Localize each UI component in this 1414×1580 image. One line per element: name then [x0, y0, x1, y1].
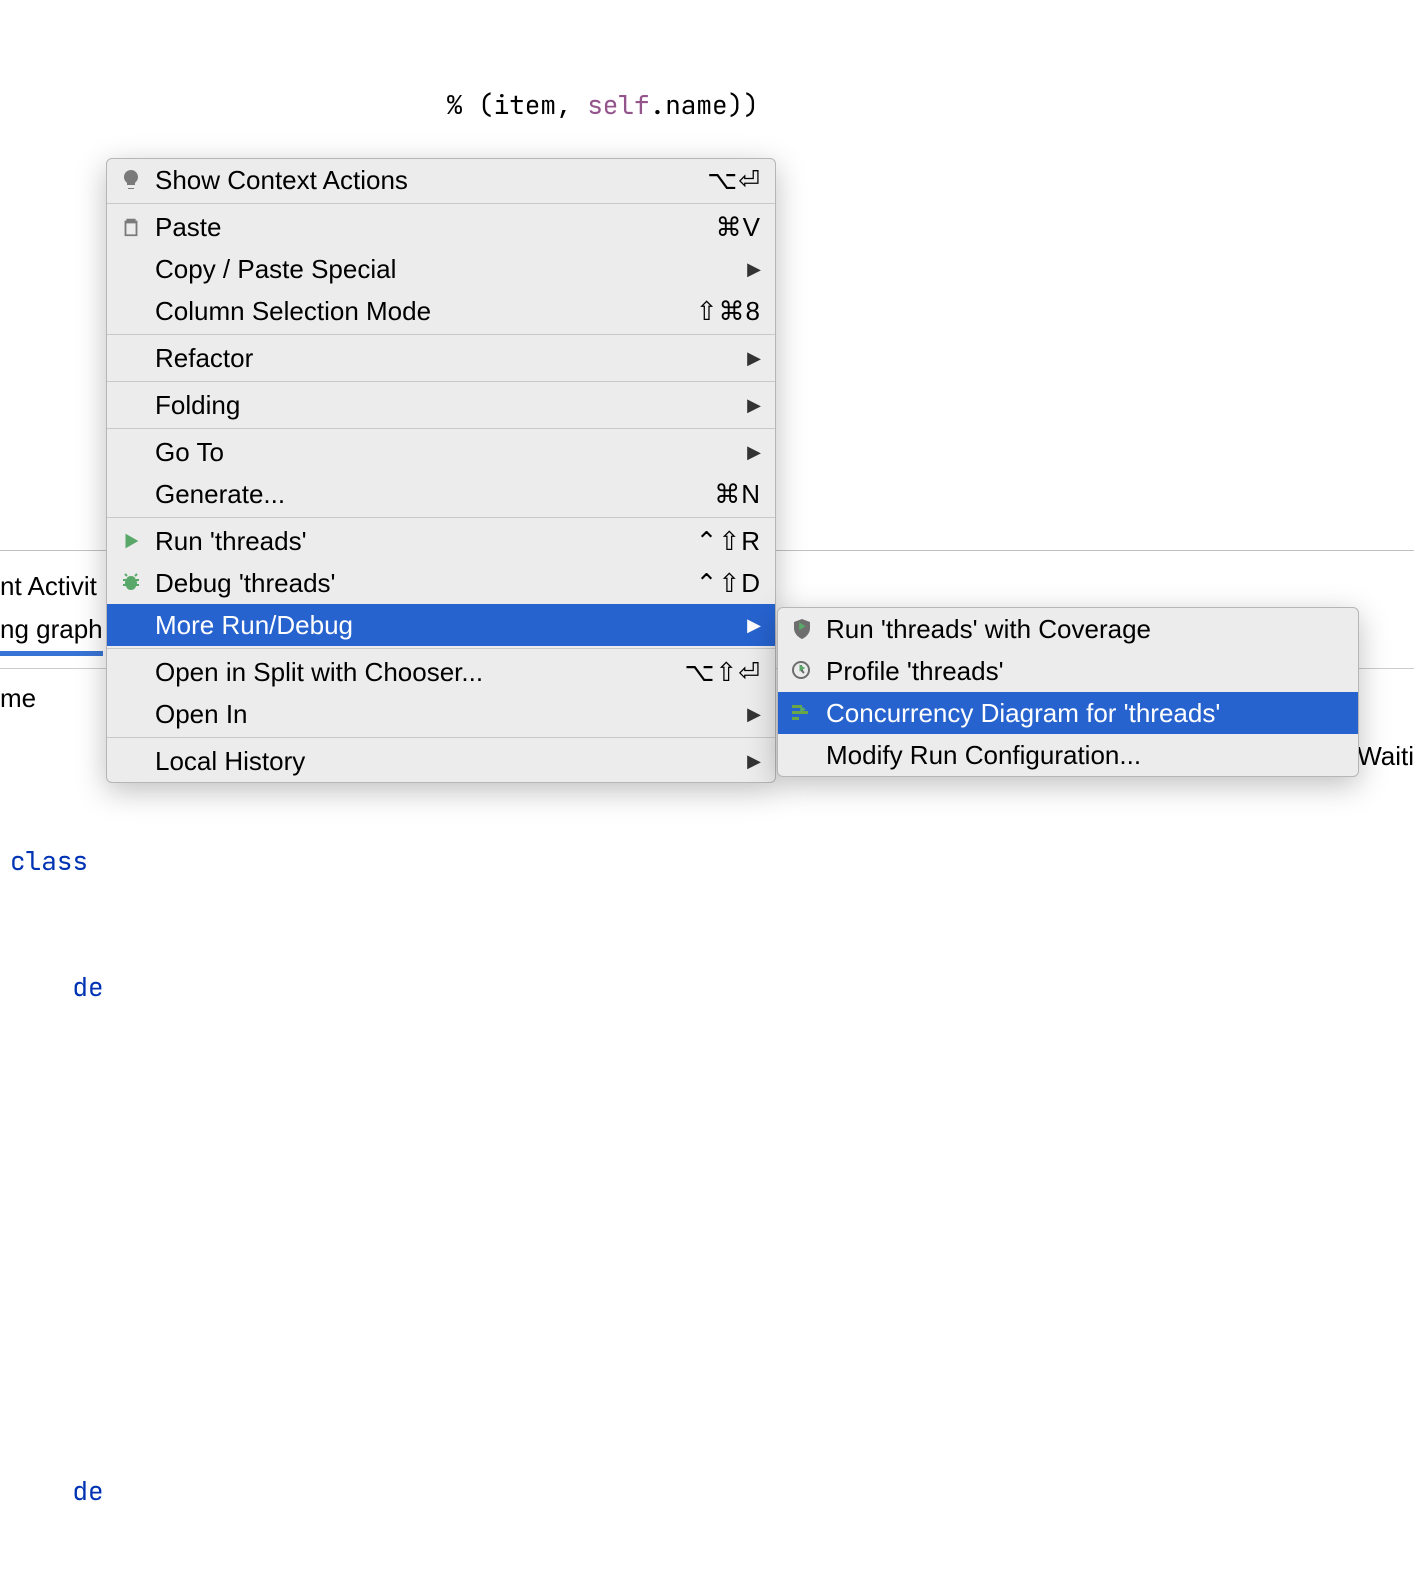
menu-separator [107, 517, 775, 518]
keyword-def: de [72, 1473, 103, 1508]
menu-item-profile[interactable]: Profile 'threads' [778, 650, 1358, 692]
blank-icon [117, 700, 145, 728]
blank-icon [117, 297, 145, 325]
code-line [0, 1218, 1414, 1260]
code-text: % (item, [10, 87, 587, 122]
column-header-name[interactable]: me [0, 683, 36, 714]
menu-item-goto[interactable]: Go To ▶ [107, 431, 775, 473]
blank-icon [117, 611, 145, 639]
blank-icon [788, 741, 816, 769]
menu-label: Refactor [155, 343, 737, 374]
context-menu: Show Context Actions ⌥⏎ Paste ⌘V Copy / … [106, 158, 776, 783]
menu-item-column-selection[interactable]: Column Selection Mode ⇧⌘8 [107, 290, 775, 332]
menu-label: Generate... [155, 479, 704, 510]
chevron-right-icon: ▶ [747, 442, 761, 463]
concurrency-icon [788, 699, 816, 727]
blank-icon [117, 391, 145, 419]
menu-shortcut: ⌥⏎ [707, 165, 761, 196]
menu-label: Profile 'threads' [826, 656, 1344, 687]
menu-label: Open in Split with Chooser... [155, 657, 674, 688]
menu-separator [107, 648, 775, 649]
menu-label: More Run/Debug [155, 610, 737, 641]
clock-play-icon [788, 657, 816, 685]
menu-separator [107, 203, 775, 204]
keyword-def: de [72, 969, 103, 1004]
menu-label: Run 'threads' with Coverage [826, 614, 1344, 645]
code-text: .name)) [650, 87, 759, 122]
code-line: class [0, 840, 1414, 882]
menu-item-open-split[interactable]: Open in Split with Chooser... ⌥⇧⏎ [107, 651, 775, 693]
keyword-self: self [587, 87, 649, 122]
menu-item-refactor[interactable]: Refactor ▶ [107, 337, 775, 379]
menu-item-paste[interactable]: Paste ⌘V [107, 206, 775, 248]
menu-label: Paste [155, 212, 706, 243]
menu-item-generate[interactable]: Generate... ⌘N [107, 473, 775, 515]
blank-icon [117, 747, 145, 775]
menu-item-copy-paste-special[interactable]: Copy / Paste Special ▶ [107, 248, 775, 290]
menu-item-open-in[interactable]: Open In ▶ [107, 693, 775, 735]
menu-shortcut: ⌃⇧D [696, 568, 761, 599]
code-line [0, 1344, 1414, 1386]
lightbulb-icon [117, 166, 145, 194]
bug-icon [117, 569, 145, 597]
menu-label: Show Context Actions [155, 165, 697, 196]
menu-item-modify-config[interactable]: Modify Run Configuration... [778, 734, 1358, 776]
menu-item-run-threads[interactable]: Run 'threads' ⌃⇧R [107, 520, 775, 562]
menu-item-run-coverage[interactable]: Run 'threads' with Coverage [778, 608, 1358, 650]
play-icon [117, 527, 145, 555]
menu-label: Run 'threads' [155, 526, 686, 557]
menu-label: Concurrency Diagram for 'threads' [826, 698, 1344, 729]
menu-shortcut: ⇧⌘8 [696, 296, 761, 327]
clipboard-icon [117, 213, 145, 241]
menu-item-local-history[interactable]: Local History ▶ [107, 740, 775, 782]
menu-separator [107, 737, 775, 738]
menu-separator [107, 334, 775, 335]
menu-label: Local History [155, 746, 737, 777]
chevron-right-icon: ▶ [747, 704, 761, 725]
menu-item-folding[interactable]: Folding ▶ [107, 384, 775, 426]
code-line: de [0, 1470, 1414, 1512]
code-line [0, 1092, 1414, 1134]
keyword-class: class [10, 843, 104, 878]
menu-shortcut: ⌃⇧R [696, 526, 761, 557]
context-submenu: Run 'threads' with Coverage Profile 'thr… [777, 607, 1359, 777]
code-line: % (item, self.name)) [0, 84, 1414, 126]
blank-icon [117, 438, 145, 466]
blank-icon [117, 255, 145, 283]
menu-label: Modify Run Configuration... [826, 740, 1344, 771]
menu-label: Open In [155, 699, 737, 730]
menu-separator [107, 381, 775, 382]
blank-icon [117, 344, 145, 372]
shield-play-icon [788, 615, 816, 643]
status-text: Waiti [1357, 741, 1414, 772]
code-line: de [0, 966, 1414, 1008]
chevron-right-icon: ▶ [747, 259, 761, 280]
chevron-right-icon: ▶ [747, 395, 761, 416]
tab-active[interactable]: ng graph [0, 614, 103, 656]
menu-shortcut: ⌘V [716, 212, 761, 243]
menu-label: Column Selection Mode [155, 296, 686, 327]
menu-item-concurrency-diagram[interactable]: Concurrency Diagram for 'threads' [778, 692, 1358, 734]
chevron-right-icon: ▶ [747, 615, 761, 636]
menu-shortcut: ⌘N [714, 479, 761, 510]
menu-item-more-run-debug[interactable]: More Run/Debug ▶ [107, 604, 775, 646]
menu-shortcut: ⌥⇧⏎ [684, 657, 761, 688]
menu-label: Debug 'threads' [155, 568, 686, 599]
menu-label: Copy / Paste Special [155, 254, 737, 285]
chevron-right-icon: ▶ [747, 751, 761, 772]
menu-item-show-context-actions[interactable]: Show Context Actions ⌥⏎ [107, 159, 775, 201]
menu-label: Folding [155, 390, 737, 421]
menu-label: Go To [155, 437, 737, 468]
menu-separator [107, 428, 775, 429]
chevron-right-icon: ▶ [747, 348, 761, 369]
menu-item-debug-threads[interactable]: Debug 'threads' ⌃⇧D [107, 562, 775, 604]
blank-icon [117, 658, 145, 686]
blank-icon [117, 480, 145, 508]
